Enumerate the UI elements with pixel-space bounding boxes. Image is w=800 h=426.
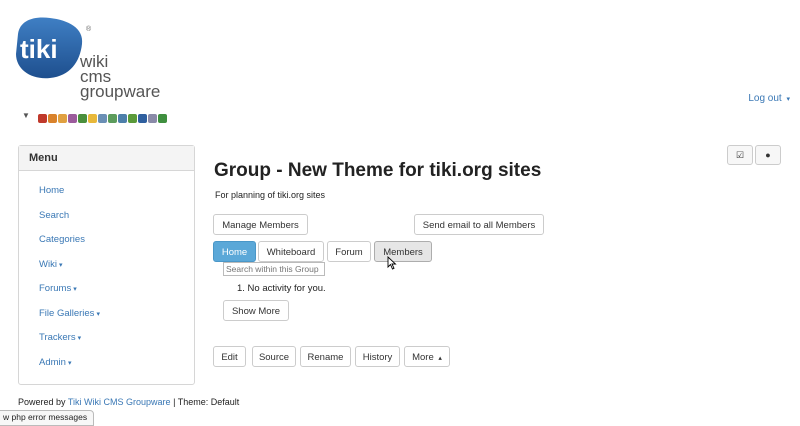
card-icon[interactable]	[148, 114, 157, 123]
sidebar-item-label: Wiki	[39, 258, 57, 270]
logout-link[interactable]: Log out ▾	[748, 93, 790, 104]
tab-members[interactable]: Members	[374, 241, 432, 262]
sidebar-item-file-galleries[interactable]: File Galleries ▾	[19, 302, 194, 327]
footer-powered-prefix: Powered by	[18, 397, 68, 407]
leaf-icon[interactable]	[158, 114, 167, 123]
sidebar-items: Home Search Categories Wiki ▾ Forums ▾ File Gal…	[19, 171, 194, 375]
tiki-logo-badge-icon: tiki	[16, 17, 83, 79]
translate-button[interactable]: ●	[755, 145, 781, 165]
edit-page-button[interactable]: ☑	[727, 145, 753, 165]
more-label: More	[412, 352, 434, 363]
grid-icon[interactable]	[98, 114, 107, 123]
manage-members-button[interactable]: Manage Members	[213, 214, 308, 235]
logo-line-3: groupware	[80, 82, 161, 101]
site-logo[interactable]: tiki ® wiki cms groupware	[8, 10, 183, 101]
pencil-icon[interactable]	[58, 114, 67, 123]
show-more-button[interactable]: Show More	[223, 300, 289, 321]
sidebar-item-label: Admin	[39, 356, 66, 368]
chevron-down-icon: ▾	[67, 359, 72, 367]
sidebar-item-label: Search	[39, 209, 70, 221]
book-icon[interactable]	[138, 114, 147, 123]
tab-forum[interactable]: Forum	[327, 241, 371, 262]
sidebar-item-trackers[interactable]: Trackers ▾	[19, 326, 194, 351]
more-dropdown-button[interactable]: More ▴	[404, 346, 450, 367]
globe-icon: ●	[765, 150, 771, 160]
puzzle-icon[interactable]	[128, 114, 137, 123]
history-button[interactable]: History	[355, 346, 400, 367]
sidebar-menu: Menu Home Search Categories Wiki ▾ Forums ▾ Fil…	[18, 145, 195, 385]
activity-list-item: 1. No activity for you.	[237, 283, 326, 294]
edit-box-icon: ☑	[735, 150, 745, 160]
logo-badge-text: tiki	[20, 34, 58, 64]
page-icon-buttons: ☑ ●	[727, 145, 781, 165]
sidebar-title: Menu	[19, 146, 194, 171]
mouse-pointer-icon	[387, 256, 397, 270]
quick-admin-toolbar	[38, 114, 167, 123]
user-icon[interactable]	[68, 114, 77, 123]
tab-home[interactable]: Home	[213, 241, 256, 262]
php-errors-tab[interactable]: w php error messages	[0, 410, 95, 426]
sidebar-item-categories[interactable]: Categories	[19, 228, 194, 253]
sidebar-item-label: Trackers	[39, 332, 76, 343]
edit-button[interactable]: Edit	[213, 346, 246, 367]
sidebar-item-admin[interactable]: Admin ▾	[19, 351, 194, 376]
tab-whiteboard[interactable]: Whiteboard	[258, 241, 324, 262]
logo-wordmark: wiki cms groupware	[80, 53, 161, 101]
registered-mark: ®	[86, 26, 92, 33]
tiki-link[interactable]: Tiki Wiki CMS Groupware	[68, 397, 171, 407]
page-title: Group - New Theme for tiki.org sites	[214, 160, 542, 181]
chevron-down-icon: ▾	[58, 261, 63, 269]
home-icon[interactable]	[48, 114, 57, 123]
caret-up-icon: ▴	[438, 355, 442, 362]
calendar-icon[interactable]	[108, 114, 117, 123]
sidebar-item-home[interactable]: Home	[19, 179, 194, 204]
toolbar-toggle-icon[interactable]: ▼	[22, 111, 30, 120]
sidebar-item-label: File Galleries	[39, 307, 95, 319]
sidebar-item-label: Categories	[39, 234, 85, 245]
rename-button[interactable]: Rename	[300, 346, 351, 367]
page-description: For planning of tiki.org sites	[215, 190, 326, 200]
key-icon[interactable]	[88, 114, 97, 123]
chevron-down-icon: ▾	[786, 96, 790, 103]
chevron-down-icon: ▾	[73, 286, 77, 293]
sidebar-item-forums[interactable]: Forums ▾	[19, 277, 194, 302]
send-email-button[interactable]: Send email to all Members	[414, 214, 544, 235]
logout-label: Log out	[748, 93, 782, 104]
hammer-icon[interactable]	[38, 114, 47, 123]
sidebar-item-label: Forums	[39, 283, 72, 294]
sidebar-item-wiki[interactable]: Wiki ▾	[19, 253, 194, 278]
users-icon[interactable]	[78, 114, 87, 123]
sidebar-item-search[interactable]: Search	[19, 204, 194, 229]
footer: Powered by Tiki Wiki CMS Groupware | The…	[18, 397, 239, 407]
chevron-down-icon: ▾	[77, 335, 82, 342]
footer-theme: | Theme: Default	[170, 397, 240, 407]
chevron-down-icon: ▾	[96, 310, 100, 318]
source-button[interactable]: Source	[252, 346, 296, 367]
group-search-input[interactable]	[223, 262, 325, 276]
table-icon[interactable]	[118, 114, 127, 123]
sidebar-item-label: Home	[39, 185, 65, 196]
